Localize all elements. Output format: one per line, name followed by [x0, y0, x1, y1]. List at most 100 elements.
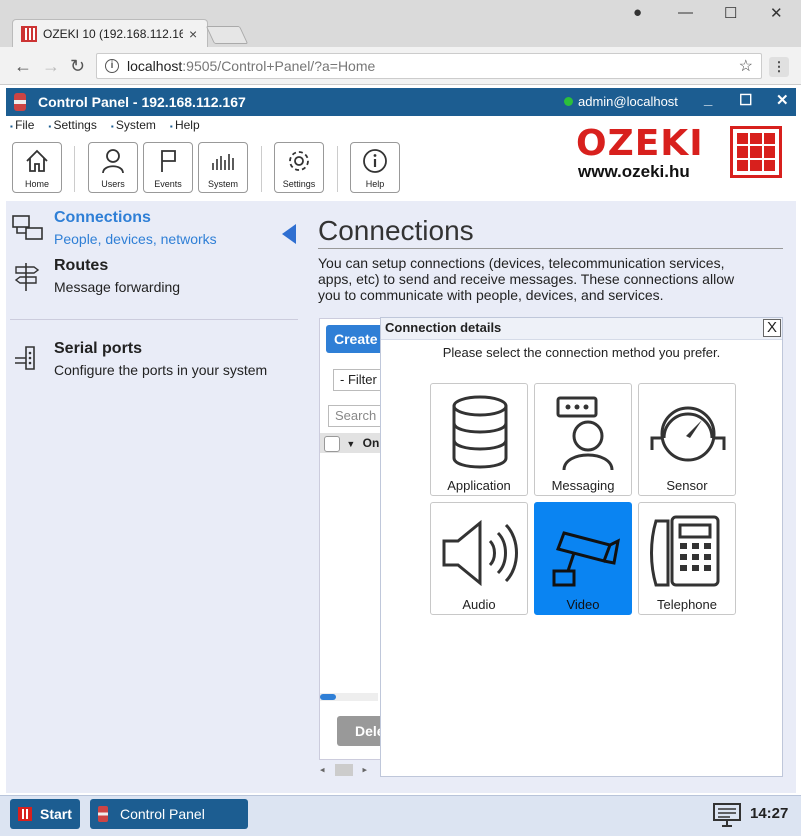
sidebar-item-title: Connections [54, 209, 151, 226]
telephone-icon [650, 515, 720, 587]
ozeki-logo-icon [14, 93, 26, 111]
app-title: Control Panel - 192.168.112.167 [38, 94, 246, 110]
sidebar-item-title: Routes [54, 257, 109, 274]
title-divider [318, 248, 783, 249]
create-button[interactable]: Create [326, 325, 382, 353]
browser-menu-button[interactable]: ⋮ [769, 57, 789, 77]
profile-icon[interactable]: ● [633, 4, 642, 21]
option-sensor[interactable]: Sensor [638, 383, 736, 496]
bar-chart-icon [212, 154, 234, 170]
home-label: Home [24, 179, 49, 189]
tab-close-button[interactable]: × [189, 26, 197, 42]
scroll-left-icon[interactable]: ◂ [320, 764, 325, 774]
option-application[interactable]: Application [430, 383, 528, 496]
app-header: Control Panel - 192.168.112.167 admin@lo… [6, 88, 796, 116]
option-video[interactable]: Video [534, 502, 632, 615]
active-indicator-arrow-icon [282, 224, 296, 244]
toolbar-divider [337, 146, 338, 192]
brand-url: www.ozeki.hu [578, 162, 690, 181]
option-label: Audio [462, 597, 496, 612]
option-label: Sensor [666, 478, 708, 493]
brand-name: OZEKI [576, 123, 704, 164]
taskbar: Start Control Panel 14:27 [0, 795, 801, 836]
option-label: Telephone [657, 597, 717, 612]
column-header[interactable]: On [363, 436, 380, 450]
app-maximize-button[interactable]: ☐ [739, 91, 752, 109]
user-name: admin@localhost [578, 94, 678, 109]
menu-bar: File Settings System Help [6, 118, 200, 138]
sidebar-item-subtitle: Message forwarding [54, 279, 181, 295]
ozeki-start-icon [18, 807, 32, 821]
filter-button[interactable]: - Filter [333, 369, 381, 391]
sidebar-item-subtitle: People, devices, networks [54, 231, 217, 247]
control-panel-icon [98, 806, 108, 822]
list-scrollbar-thumb[interactable] [320, 694, 336, 700]
taskbar-control-panel-button[interactable]: Control Panel [90, 799, 248, 829]
sidebar-item-serial-ports[interactable]: Serial ports Configure the ports in your… [6, 340, 302, 380]
bookmark-star-icon[interactable]: ☆ [739, 56, 753, 76]
window-close-button[interactable]: ✕ [770, 4, 783, 22]
forward-button[interactable]: → [42, 56, 60, 77]
reload-button[interactable]: ↻ [70, 56, 85, 77]
menu-file[interactable]: File [10, 118, 34, 138]
page-description: You can setup connections (devices, tele… [318, 255, 735, 303]
new-tab-button[interactable] [205, 26, 249, 44]
help-button[interactable]: Help [350, 142, 400, 193]
app-close-button[interactable]: ✕ [776, 91, 789, 109]
scroll-right-icon[interactable]: ▸ [363, 764, 368, 774]
select-all-checkbox[interactable] [324, 435, 340, 452]
ozeki-favicon-icon [21, 25, 37, 42]
dialog-prompt: Please select the connection method you … [442, 345, 721, 360]
sidebar-item-connections[interactable]: Connections People, devices, networks [6, 209, 302, 249]
start-label: Start [40, 806, 72, 822]
window-maximize-button[interactable]: ☐ [724, 4, 737, 22]
option-messaging[interactable]: Messaging [534, 383, 632, 496]
camera-icon [552, 531, 621, 587]
sidebar-item-subtitle: Configure the ports in your system [54, 362, 268, 378]
gauge-icon [650, 406, 726, 462]
delete-button[interactable]: Dele [337, 716, 385, 746]
url-host: localhost [127, 58, 183, 74]
messaging-user-icon [556, 396, 614, 471]
option-label: Application [447, 478, 511, 493]
dialog-title: Connection details [385, 320, 502, 335]
settings-button[interactable]: Settings [274, 142, 324, 193]
user-icon [102, 149, 124, 174]
browser-tabstrip: OZEKI 10 (192.168.112.16 × ● — ☐ ✕ [0, 0, 801, 47]
option-audio[interactable]: Audio [430, 502, 528, 615]
sort-chevron-down-icon[interactable]: ▼ [346, 439, 355, 449]
menu-help[interactable]: Help [170, 118, 200, 138]
sidebar-item-title: Serial ports [54, 340, 143, 357]
system-label: System [207, 179, 238, 189]
option-telephone[interactable]: Telephone [638, 502, 736, 615]
signpost-icon [14, 263, 40, 291]
menu-system[interactable]: System [111, 118, 156, 138]
horizontal-scrollbar[interactable]: ◂ ▸ [320, 764, 367, 776]
monitor-icon[interactable] [712, 802, 742, 828]
user-status[interactable]: admin@localhost [564, 94, 678, 109]
window-minimize-button[interactable]: — [678, 4, 693, 21]
tab-title: OZEKI 10 (192.168.112.16 [43, 26, 183, 41]
scroll-thumb[interactable] [334, 764, 353, 776]
sidebar-item-routes[interactable]: Routes Message forwarding [6, 257, 302, 297]
system-button[interactable]: System [198, 142, 248, 193]
home-button[interactable]: Home [12, 142, 62, 193]
flag-icon [161, 150, 176, 172]
search-input[interactable]: Search [328, 405, 381, 427]
browser-toolbar: ← → ↻ i localhost:9505/Control+Panel/?a=… [0, 47, 801, 85]
connection-details-dialog: Connection details X Please select the c… [380, 317, 783, 777]
serial-port-icon [15, 346, 35, 370]
address-bar[interactable]: i localhost:9505/Control+Panel/?a=Home ☆ [96, 53, 762, 79]
menu-settings[interactable]: Settings [48, 118, 96, 138]
dialog-close-button[interactable]: X [763, 319, 781, 337]
back-button[interactable]: ← [14, 56, 32, 77]
start-button[interactable]: Start [10, 799, 80, 829]
site-info-icon[interactable]: i [105, 59, 119, 73]
settings-label: Settings [282, 179, 316, 189]
app-minimize-button[interactable]: _ [704, 91, 712, 108]
browser-tab[interactable]: OZEKI 10 (192.168.112.16 × [12, 19, 208, 47]
info-icon [363, 149, 387, 173]
events-button[interactable]: Events [143, 142, 193, 193]
dialog-header: Connection details X [381, 318, 782, 340]
users-button[interactable]: Users [88, 142, 138, 193]
